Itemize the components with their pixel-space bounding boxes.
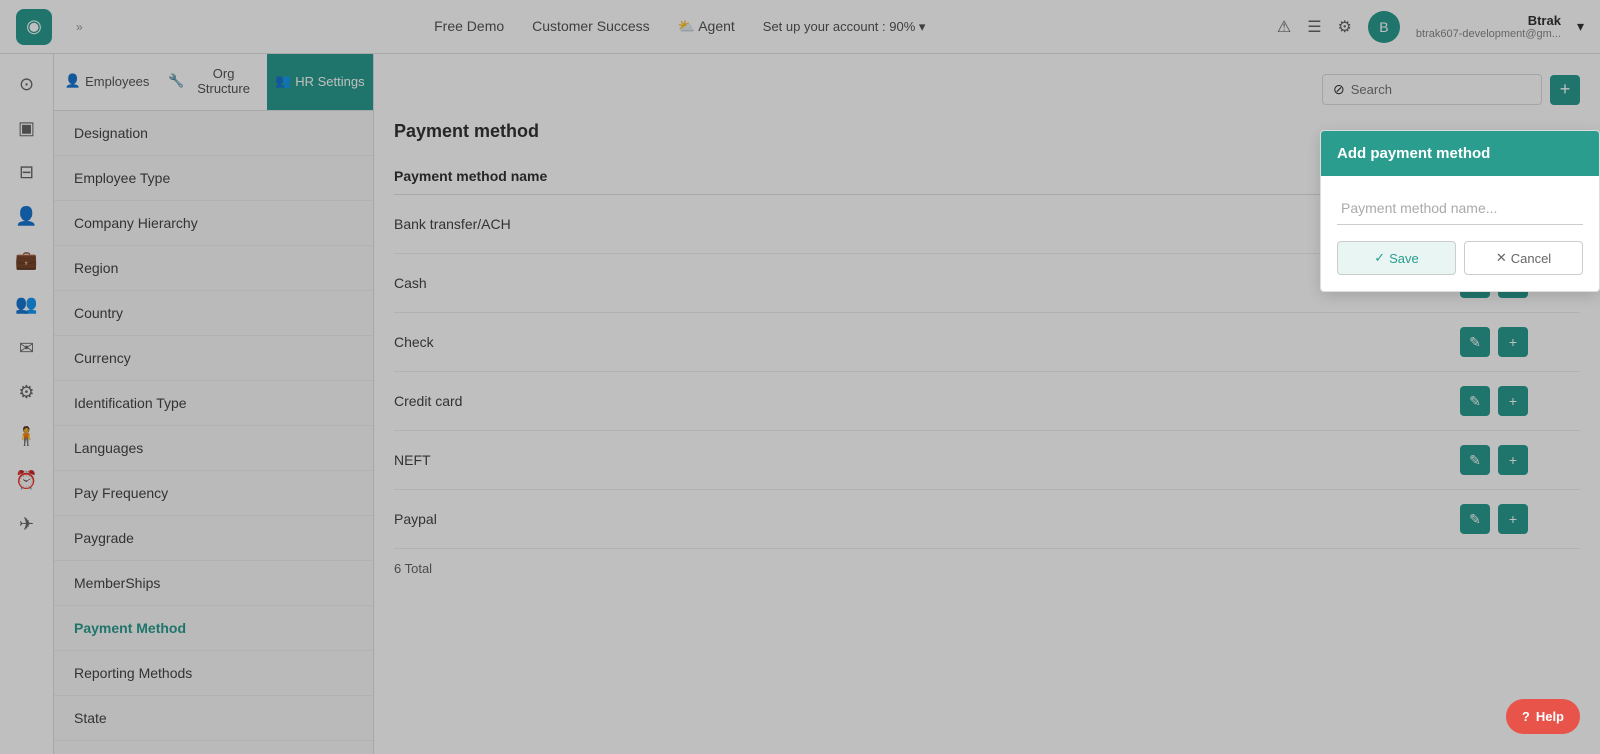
save-label: Save bbox=[1389, 251, 1419, 266]
popup-cancel-button[interactable]: ✕ Cancel bbox=[1464, 241, 1583, 275]
popup-title: Add payment method bbox=[1337, 145, 1490, 162]
popup-body: ✓ Save ✕ Cancel bbox=[1321, 176, 1599, 291]
modal-overlay bbox=[0, 0, 1600, 754]
add-payment-method-popup: Add payment method ✓ Save ✕ Cancel bbox=[1320, 130, 1600, 292]
help-icon: ? bbox=[1522, 709, 1530, 724]
help-label: Help bbox=[1536, 709, 1564, 724]
payment-method-name-input[interactable] bbox=[1337, 192, 1583, 225]
help-button[interactable]: ? Help bbox=[1506, 699, 1580, 734]
check-icon: ✓ bbox=[1374, 250, 1385, 266]
popup-save-button[interactable]: ✓ Save bbox=[1337, 241, 1456, 275]
x-icon: ✕ bbox=[1496, 250, 1507, 266]
popup-header: Add payment method bbox=[1321, 131, 1599, 176]
popup-actions: ✓ Save ✕ Cancel bbox=[1337, 241, 1583, 275]
cancel-label: Cancel bbox=[1511, 251, 1551, 266]
